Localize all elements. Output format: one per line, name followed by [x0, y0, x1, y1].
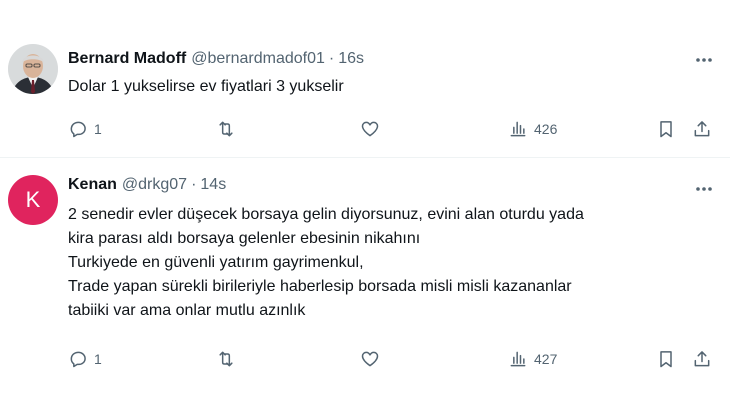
separator-dot: ·: [328, 50, 335, 67]
tweet-text: Dolar 1 yukselirse ev fiyatlari 3 yuksel…: [68, 75, 708, 99]
timestamp[interactable]: 14s: [200, 176, 226, 194]
more-button[interactable]: [692, 48, 716, 72]
views-count: 426: [534, 121, 558, 137]
share-icon: [694, 351, 710, 367]
reply-count: 1: [94, 351, 102, 367]
reply-icon: [70, 351, 86, 368]
more-icon: [696, 58, 712, 62]
user-handle[interactable]: @drkg07: [122, 176, 187, 194]
display-name[interactable]: Bernard Madoff: [68, 50, 186, 68]
more-icon: [696, 187, 712, 191]
like-icon: [361, 121, 379, 137]
tweet-actions: 1 426: [68, 118, 718, 140]
bookmark-icon: [660, 121, 672, 138]
timestamp[interactable]: 16s: [338, 50, 364, 68]
share-button[interactable]: [692, 118, 712, 140]
user-handle[interactable]: @bernardmadof01: [191, 50, 325, 68]
reply-button[interactable]: 1: [68, 348, 102, 370]
avatar-letter: K: [8, 175, 58, 225]
tweet-text-line: kira parası aldı borsaya gelenler ebesin…: [68, 230, 421, 247]
retweet-icon: [219, 351, 233, 367]
bookmark-icon: [660, 351, 672, 368]
avatar[interactable]: K: [8, 175, 58, 225]
tweet-text-line: tabiiki var ama onlar mutlu azınlık: [68, 302, 306, 319]
tweet-header: Bernard Madoff @bernardmadof01 · 16s: [68, 48, 364, 70]
views-count: 427: [534, 351, 558, 367]
bookmark-button[interactable]: [656, 348, 676, 370]
retweet-icon: [219, 121, 233, 137]
views-button[interactable]: 427: [508, 348, 557, 370]
retweet-button[interactable]: [216, 348, 236, 370]
avatar-photo: [8, 44, 58, 94]
tweet-text-line: Dolar 1 yukselirse ev fiyatlari 3 yuksel…: [68, 78, 344, 95]
reply-button[interactable]: 1: [68, 118, 102, 140]
tweet-actions: 1 427: [68, 348, 718, 370]
retweet-button[interactable]: [216, 118, 236, 140]
reply-icon: [70, 121, 86, 138]
like-icon: [361, 351, 379, 367]
share-icon: [694, 121, 710, 137]
tweet[interactable]: K Kenan @drkg07 · 14s 2 senedir evler dü…: [0, 159, 730, 420]
more-button[interactable]: [692, 177, 716, 201]
tweet-text-line: 2 senedir evler düşecek borsaya gelin di…: [68, 206, 584, 223]
views-button[interactable]: 426: [508, 118, 557, 140]
tweet[interactable]: Bernard Madoff @bernardmadof01 · 16s Dol…: [0, 0, 730, 158]
like-button[interactable]: [360, 118, 380, 140]
views-icon: [510, 351, 526, 367]
tweet-header: Kenan @drkg07 · 14s: [68, 174, 226, 196]
avatar[interactable]: [8, 44, 58, 94]
bookmark-button[interactable]: [656, 118, 676, 140]
like-button[interactable]: [360, 348, 380, 370]
share-button[interactable]: [692, 348, 712, 370]
tweet-text-line: Trade yapan sürekli birileriyle haberles…: [68, 278, 572, 295]
tweet-text: 2 senedir evler düşecek borsaya gelin di…: [68, 203, 708, 323]
separator-dot: ·: [191, 176, 197, 193]
views-icon: [510, 121, 526, 137]
display-name[interactable]: Kenan: [68, 176, 117, 194]
tweet-text-line: Turkiyede en güvenli yatırım gayrimenkul…: [68, 254, 364, 271]
reply-count: 1: [94, 121, 102, 137]
